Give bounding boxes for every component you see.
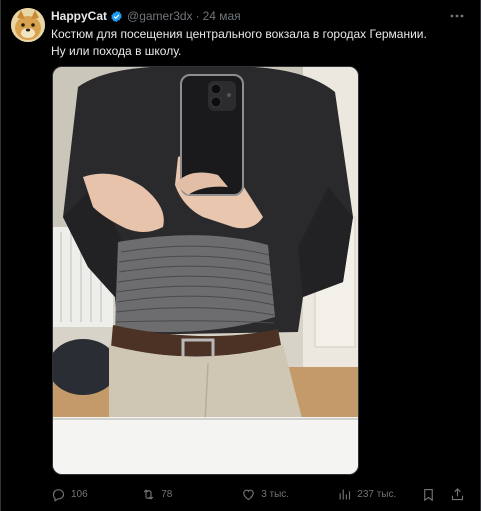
reply-count: 106	[71, 488, 88, 500]
retweet-count: 78	[161, 488, 173, 500]
doge-avatar-icon	[11, 8, 45, 42]
tweet-text: Костюм для посещения центрального вокзал…	[51, 26, 466, 60]
like-button[interactable]: 3 тыс.	[241, 487, 337, 502]
retweet-button[interactable]: 78	[141, 487, 241, 502]
like-count: 3 тыс.	[261, 488, 290, 500]
verified-badge-icon[interactable]	[110, 10, 123, 23]
bookmark-button[interactable]	[421, 487, 450, 502]
share-button[interactable]	[450, 487, 470, 502]
tweet-header: HappyCat @gamer3dx · 24 мая	[51, 8, 440, 24]
views-count: 237 тыс.	[357, 488, 397, 500]
share-icon	[451, 487, 464, 500]
mirror-selfie-photo-icon	[53, 67, 358, 474]
tweet-text-line-1: Костюм для посещения центрального вокзал…	[51, 27, 427, 41]
author-handle[interactable]: @gamer3dx	[127, 9, 193, 23]
tweet-actions: 106 78 3 тыс. 237 тыс.	[51, 485, 470, 503]
reply-button[interactable]: 106	[51, 487, 141, 502]
retweet-icon	[143, 488, 154, 500]
tweet-text-line-2: Ну или похода в школу.	[51, 44, 182, 58]
heart-icon	[243, 489, 254, 500]
header-separator: ·	[195, 9, 200, 23]
avatar[interactable]	[11, 8, 45, 42]
tweet-photo[interactable]	[52, 66, 359, 475]
display-name[interactable]: HappyCat	[51, 9, 107, 23]
views-chart-icon	[339, 489, 351, 499]
views-button[interactable]: 237 тыс.	[337, 487, 420, 502]
reply-icon	[52, 488, 65, 502]
bookmark-icon	[423, 488, 433, 501]
more-options-icon[interactable]	[448, 8, 466, 24]
tweet-date[interactable]: 24 мая	[203, 9, 241, 23]
tweet-card[interactable]: HappyCat @gamer3dx · 24 мая Костюм для п…	[0, 0, 481, 511]
